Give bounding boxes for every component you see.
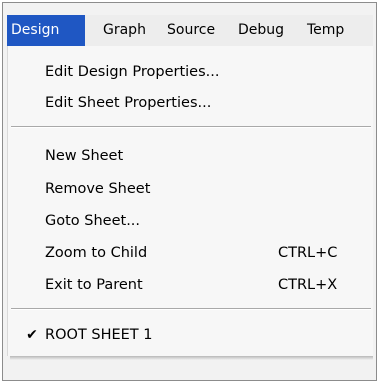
menu-item-label: Edit Design Properties... (45, 64, 220, 80)
menu-item-label: Exit to Parent (45, 277, 143, 293)
menu-item-label: Edit Sheet Properties... (45, 95, 212, 111)
menu-item-zoom-to-child[interactable]: Zoom to Child CTRL+C (8, 238, 374, 268)
menu-item-label: Remove Sheet (45, 181, 151, 197)
menu-item-shortcut: CTRL+X (278, 277, 338, 293)
menu-debug[interactable]: Debug (238, 15, 284, 46)
menu-item-shortcut: CTRL+C (278, 245, 338, 261)
menu-source[interactable]: Source (167, 15, 215, 46)
menu-item-label: Zoom to Child (45, 245, 148, 261)
menu-item-remove-sheet[interactable]: Remove Sheet (8, 174, 374, 204)
menu-shadow (10, 356, 373, 360)
menu-separator (11, 308, 371, 310)
menu-bar: Design Graph Source Debug Temp (7, 15, 373, 46)
menu-separator (11, 126, 371, 128)
menu-item-label: Goto Sheet... (45, 213, 141, 229)
menu-item-root-sheet-1[interactable]: ✔ ROOT SHEET 1 (8, 320, 374, 350)
menu-design[interactable]: Design (7, 15, 85, 46)
menu-item-label: New Sheet (45, 148, 124, 164)
menu-item-label: ROOT SHEET 1 (45, 327, 153, 343)
menu-item-edit-design-properties[interactable]: Edit Design Properties... (8, 57, 374, 87)
menu-temp[interactable]: Temp (307, 15, 344, 46)
menu-item-edit-sheet-properties[interactable]: Edit Sheet Properties... (8, 88, 374, 118)
checkmark-icon: ✔ (26, 327, 38, 343)
menu-graph[interactable]: Graph (103, 15, 146, 46)
menu-item-exit-to-parent[interactable]: Exit to Parent CTRL+X (8, 270, 374, 300)
design-dropdown-menu: Edit Design Properties... Edit Sheet Pro… (7, 46, 373, 356)
menu-item-new-sheet[interactable]: New Sheet (8, 141, 374, 171)
menu-item-goto-sheet[interactable]: Goto Sheet... (8, 206, 374, 236)
